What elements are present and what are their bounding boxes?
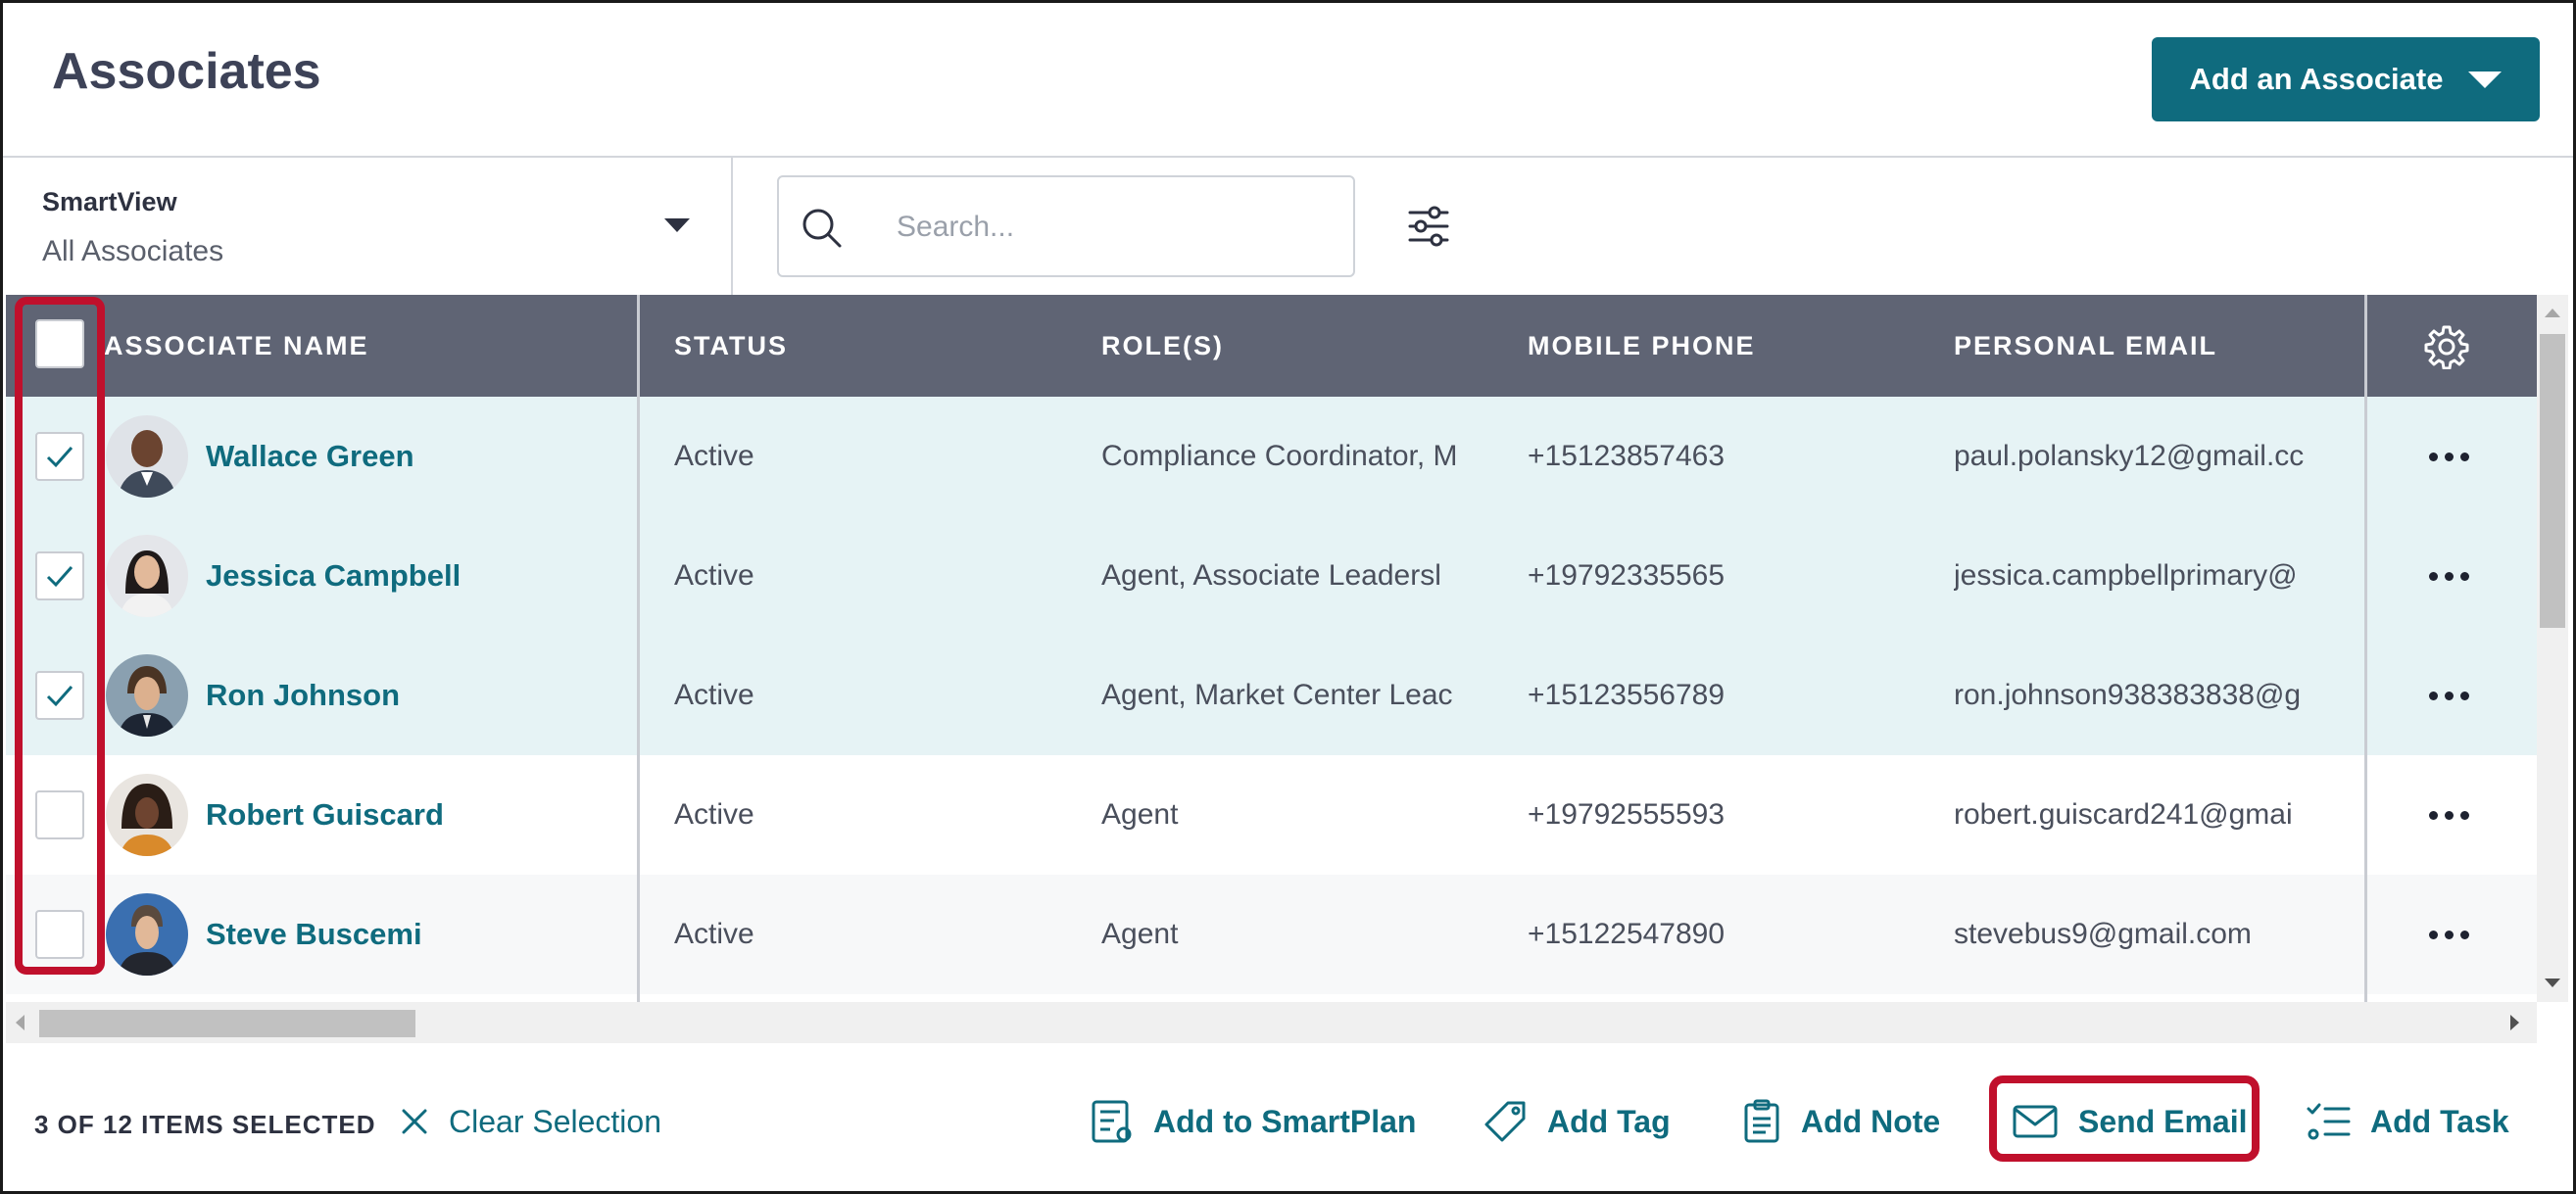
clipboard-icon (1744, 1099, 1779, 1143)
chevron-down-icon (664, 218, 690, 232)
avatar (106, 415, 188, 498)
email-cell: robert.guiscard241@gmai (1954, 798, 2293, 831)
associate-name-link[interactable]: Ron Johnson (206, 636, 400, 755)
more-icon[interactable] (2419, 755, 2478, 875)
table-row[interactable]: Ron Johnson Active Agent, Market Center … (6, 636, 2537, 755)
chevron-down-icon (2468, 71, 2503, 88)
table-row[interactable]: Steve Buscemi Active Agent +15122547890 … (6, 875, 2537, 994)
more-icon[interactable] (2419, 636, 2478, 755)
column-header-mobile-phone[interactable]: MOBILE PHONE (1528, 295, 1756, 397)
vertical-scroll-thumb[interactable] (2540, 334, 2565, 628)
scroll-right-arrow[interactable] (2510, 1015, 2519, 1030)
add-associate-button[interactable]: Add an Associate (2152, 37, 2540, 121)
smartplan-icon (1092, 1100, 1132, 1143)
vertical-scrollbar[interactable] (2537, 295, 2568, 1002)
smartview-label: SmartView (42, 187, 177, 216)
roles-cell: Agent, Associate Leadersl (1101, 559, 1441, 592)
avatar (106, 654, 188, 737)
phone-cell: +19792555593 (1528, 798, 1725, 831)
add-task-label: Add Task (2370, 1103, 2509, 1139)
status-cell: Active (674, 918, 754, 950)
filter-icon[interactable] (1406, 204, 1451, 249)
more-icon[interactable] (2419, 397, 2478, 516)
roles-cell: Agent (1101, 918, 1179, 950)
column-divider (2364, 295, 2367, 1002)
smartview-value: All Associates (42, 235, 224, 267)
table-header: ASSOCIATE NAME STATUS ROLE(S) MOBILE PHO… (6, 295, 2537, 397)
clear-selection-button[interactable]: Clear Selection (400, 1094, 661, 1149)
app-window: Associates Add an Associate SmartView Al… (0, 0, 2576, 1194)
add-tag-button[interactable]: Add Tag (1482, 1094, 1671, 1149)
status-cell: Active (674, 440, 754, 472)
avatar (106, 535, 188, 617)
horizontal-scroll-thumb[interactable] (39, 1010, 415, 1037)
add-tag-label: Add Tag (1547, 1103, 1671, 1139)
column-divider (637, 295, 640, 1002)
more-icon[interactable] (2419, 875, 2478, 994)
more-icon[interactable] (2419, 516, 2478, 636)
column-header-name[interactable]: ASSOCIATE NAME (104, 295, 369, 397)
table-row[interactable]: Robert Guiscard Active Agent +1979255559… (6, 755, 2537, 875)
add-to-smartplan-button[interactable]: Add to SmartPlan (1091, 1094, 1416, 1149)
avatar (106, 774, 188, 856)
status-cell: Active (674, 559, 754, 592)
column-header-roles[interactable]: ROLE(S) (1101, 295, 1224, 397)
table-row[interactable]: Jessica Campbell Active Agent, Associate… (6, 516, 2537, 636)
search-box[interactable] (777, 175, 1355, 277)
associate-name-link[interactable]: Jessica Campbell (206, 516, 461, 636)
scroll-down-arrow[interactable] (2545, 979, 2560, 987)
add-note-label: Add Note (1801, 1103, 1941, 1139)
smartview-dropdown[interactable]: SmartView All Associates (3, 158, 733, 295)
highlight-checkbox-column (15, 297, 105, 975)
close-icon (402, 1109, 427, 1134)
table-row[interactable]: Wallace Green Active Compliance Coordina… (6, 397, 2537, 516)
associate-name-link[interactable]: Steve Buscemi (206, 875, 422, 994)
roles-cell: Compliance Coordinator, M (1101, 440, 1458, 472)
page-header: Associates Add an Associate (3, 3, 2573, 158)
horizontal-scrollbar[interactable] (6, 1002, 2537, 1043)
add-note-button[interactable]: Add Note (1742, 1094, 1940, 1149)
highlight-send-email (1989, 1075, 2260, 1162)
selection-count: 3 OF 12 ITEMS SELECTED (34, 1110, 376, 1139)
search-icon (802, 209, 842, 248)
gear-icon[interactable] (2424, 324, 2469, 369)
email-cell: jessica.campbellprimary@ (1954, 559, 2298, 592)
phone-cell: +15122547890 (1528, 918, 1725, 950)
avatar (106, 893, 188, 976)
add-associate-label: Add an Associate (2189, 62, 2444, 96)
roles-cell: Agent (1101, 798, 1179, 831)
scroll-left-arrow[interactable] (16, 1015, 24, 1030)
phone-cell: +15123857463 (1528, 440, 1725, 472)
status-cell: Active (674, 679, 754, 711)
status-cell: Active (674, 798, 754, 831)
column-header-status[interactable]: STATUS (674, 295, 788, 397)
associate-name-link[interactable]: Wallace Green (206, 397, 414, 516)
associate-name-link[interactable]: Robert Guiscard (206, 755, 444, 875)
phone-cell: +19792335565 (1528, 559, 1725, 592)
associates-table: ASSOCIATE NAME STATUS ROLE(S) MOBILE PHO… (6, 295, 2537, 1002)
email-cell: ron.johnson938383838@g (1954, 679, 2302, 711)
task-list-icon (2307, 1103, 2351, 1140)
search-input[interactable] (897, 201, 1328, 254)
email-cell: stevebus9@gmail.com (1954, 918, 2252, 950)
page-title: Associates (52, 43, 321, 100)
toolbar: SmartView All Associates (3, 158, 2573, 295)
phone-cell: +15123556789 (1528, 679, 1725, 711)
roles-cell: Agent, Market Center Leac (1101, 679, 1453, 711)
add-to-smartplan-label: Add to SmartPlan (1153, 1103, 1417, 1139)
email-cell: paul.polansky12@gmail.cc (1954, 440, 2305, 472)
tag-icon (1484, 1101, 1526, 1142)
scroll-up-arrow[interactable] (2545, 309, 2560, 317)
clear-selection-label: Clear Selection (449, 1103, 661, 1139)
add-task-button[interactable]: Add Task (2306, 1094, 2509, 1149)
column-header-personal-email[interactable]: PERSONAL EMAIL (1954, 295, 2217, 397)
